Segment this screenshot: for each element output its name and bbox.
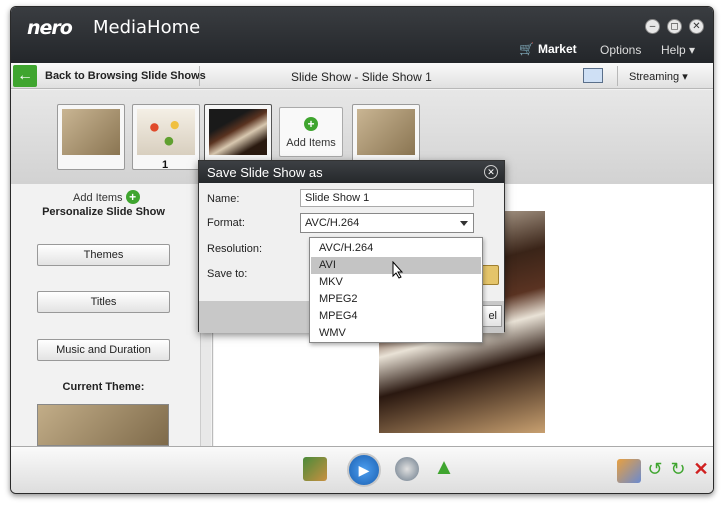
slide-image — [62, 109, 120, 155]
format-option-mpeg4[interactable]: MPEG4 — [311, 308, 481, 325]
market-button[interactable]: 🛒 Market — [519, 42, 577, 56]
minimize-button[interactable]: – — [645, 19, 660, 34]
add-items-link[interactable]: Add Items + — [73, 190, 140, 204]
format-dropdown-list: AVC/H.264 AVI MKV MPEG2 MPEG4 WMV — [309, 237, 483, 343]
theme-preview[interactable] — [37, 404, 169, 446]
slide-number: 1 — [162, 159, 169, 171]
play-icon[interactable]: ▶ — [347, 453, 381, 487]
maximize-button[interactable]: ◻ — [667, 19, 682, 34]
close-button[interactable]: ✕ — [689, 19, 704, 34]
personalize-panel: Add Items + Personalize Slide Show Theme… — [11, 184, 213, 446]
music-duration-button[interactable]: Music and Duration — [37, 339, 170, 361]
titles-button[interactable]: Titles — [37, 291, 170, 313]
add-items-label: Add Items — [286, 137, 336, 149]
title-bar: nero MediaHome – ◻ ✕ 🛒 Market Options Hel… — [11, 7, 713, 63]
globe-icon[interactable] — [395, 457, 419, 481]
market-label: Market — [537, 42, 577, 56]
format-label: Format: — [207, 217, 245, 229]
nero-logo: nero — [27, 17, 73, 39]
save-to-label: Save to: — [207, 268, 248, 280]
panel-heading: Personalize Slide Show — [42, 206, 165, 218]
mouse-cursor-icon — [392, 261, 404, 279]
close-icon[interactable]: ✕ — [484, 165, 498, 179]
divider — [199, 66, 200, 86]
monitor-icon[interactable] — [583, 68, 603, 83]
delete-icon[interactable]: ✕ — [689, 457, 713, 481]
cart-icon: 🛒 — [519, 42, 534, 56]
slide-thumbnail-title[interactable] — [57, 104, 125, 170]
format-select[interactable]: AVC/H.264 — [300, 213, 474, 233]
add-items-label: Add Items — [73, 192, 123, 204]
slide-image — [357, 109, 415, 155]
chevron-down-icon — [460, 221, 468, 226]
format-value: AVC/H.264 — [305, 217, 360, 229]
arrow-left-icon[interactable]: ← — [13, 65, 37, 87]
plus-icon: + — [125, 190, 140, 204]
resolution-label: Resolution: — [207, 243, 263, 255]
back-to-browsing-link[interactable]: Back to Browsing Slide Shows — [45, 70, 206, 82]
current-theme-label: Current Theme: — [62, 381, 145, 393]
dialog-title: Save Slide Show as — [199, 161, 504, 183]
plus-icon: + — [304, 117, 318, 131]
app-name: MediaHome — [93, 17, 201, 38]
page-title: Slide Show - Slide Show 1 — [291, 70, 432, 84]
arrow-up-icon[interactable]: ▲ — [432, 455, 456, 479]
undo-icon[interactable]: ↺ — [643, 457, 667, 481]
slide-image — [209, 109, 267, 155]
name-input[interactable] — [300, 189, 474, 207]
add-items-button[interactable]: + Add Items — [279, 107, 343, 157]
redo-icon[interactable]: ↻ — [666, 457, 690, 481]
edit-image-icon[interactable] — [303, 457, 327, 481]
themes-button[interactable]: Themes — [37, 244, 170, 266]
divider — [617, 66, 618, 86]
name-label: Name: — [207, 193, 240, 205]
menu-help[interactable]: Help ▾ — [661, 43, 695, 57]
format-option-wmv[interactable]: WMV — [311, 325, 481, 342]
format-option-mpeg2[interactable]: MPEG2 — [311, 291, 481, 308]
menu-options[interactable]: Options — [600, 43, 641, 57]
streaming-menu[interactable]: Streaming ▾ — [629, 70, 688, 83]
navigation-bar: ← Back to Browsing Slide Shows Slide Sho… — [11, 63, 713, 89]
format-option-avc[interactable]: AVC/H.264 — [311, 240, 481, 257]
effects-icon[interactable] — [617, 459, 641, 483]
slide-image — [137, 109, 195, 155]
